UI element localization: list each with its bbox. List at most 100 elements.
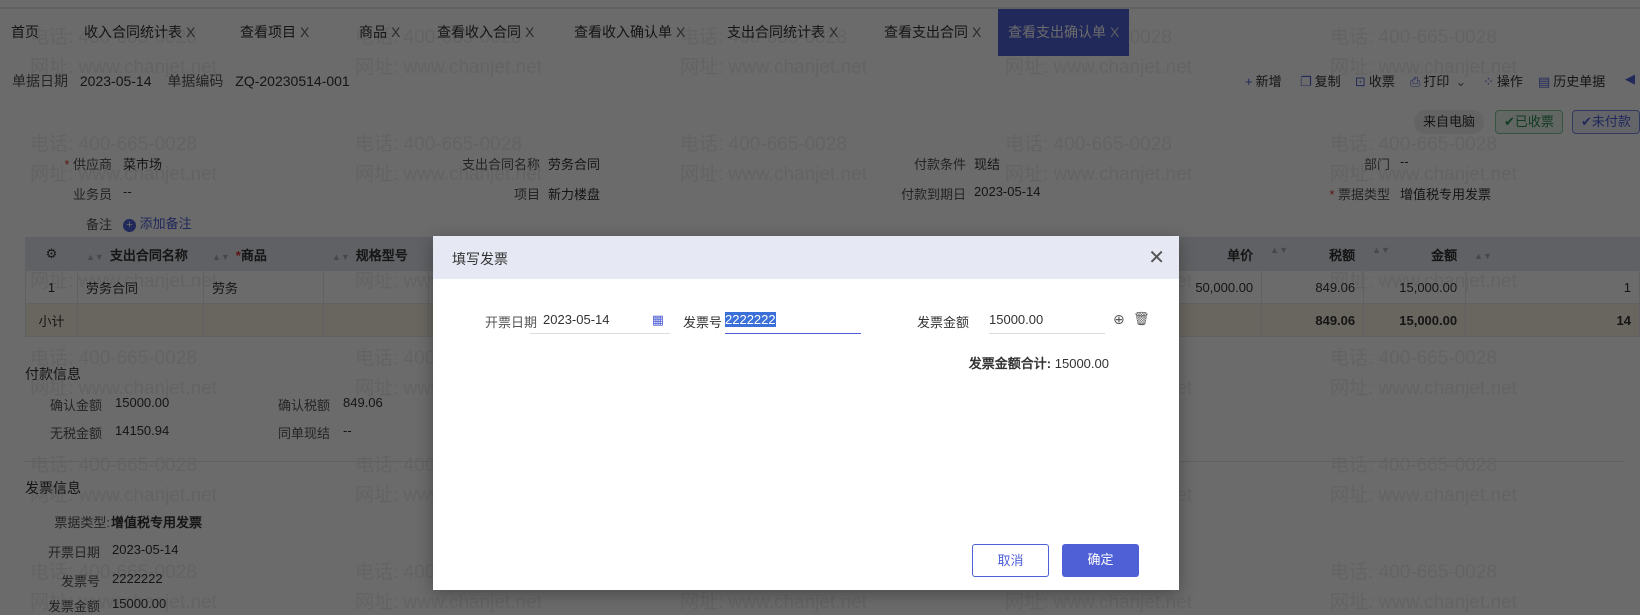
check-circle-icon: ✔ [1504, 114, 1515, 129]
watermark-text: 电话: 400-665-0028 [30, 134, 197, 155]
cash-label: 同单现结 [277, 426, 330, 441]
gear-icon[interactable]: ⚙ [46, 246, 58, 261]
label: 打印 [1423, 74, 1450, 89]
subtotal-amount: 15,000.00 [1363, 303, 1467, 337]
tab-view-income-confirm[interactable]: 查看收入确认单 X [574, 9, 685, 56]
cell-spec[interactable] [322, 270, 429, 304]
dialog-header: 填写发票 ✕ [433, 236, 1179, 279]
receive-invoice-button[interactable]: ⊡ 收票 [1355, 71, 1395, 90]
cancel-button[interactable]: 取消 [972, 544, 1049, 577]
invoice-no-input[interactable]: 2222222 [725, 308, 861, 334]
calendar-icon[interactable]: ▦ [652, 308, 664, 332]
watermark-text: 网址: www.chanjet.net [1005, 57, 1192, 78]
tab-view-expense-confirm[interactable]: 查看支出确认单 X [998, 9, 1130, 56]
doc-header: 单据日期 2023-05-14 单据编码 ZQ-20230514-001 [12, 71, 350, 91]
invoice-type-label: * 票据类型 [1329, 187, 1390, 202]
tab-income-contract-stats[interactable]: 收入合同统计表 X [84, 9, 195, 56]
col-contract[interactable]: ▲▼ 支出合同名称 [76, 237, 204, 271]
cell-amount[interactable]: 15,000.00 [1363, 270, 1467, 304]
close-icon[interactable]: X [186, 24, 195, 40]
sort-icon: ▲▼ [211, 251, 230, 262]
history-button[interactable]: ▤ 历史单据 [1538, 71, 1605, 90]
dept-value: -- [1400, 154, 1409, 169]
close-icon[interactable]: X [676, 24, 685, 40]
watermark-text: 网址: www.chanjet.net [680, 57, 867, 78]
close-icon[interactable]: ✕ [1148, 245, 1165, 270]
watermark-text: 网址: www.chanjet.net [1330, 592, 1517, 613]
unpaid-badge: ✔未付款 [1572, 110, 1640, 134]
invoice-amount-label: 发票金额 [47, 599, 100, 614]
column-settings[interactable]: ⚙ [25, 237, 78, 271]
watermark-text: 网址: www.chanjet.net [1330, 378, 1517, 399]
confirm-tax: 849.06 [343, 395, 383, 410]
close-icon[interactable]: X [972, 24, 981, 40]
tab-label: 查看收入合同 [437, 24, 521, 40]
invoice-type-value: 增值税专用发票 [1400, 187, 1492, 202]
label: 历史单据 [1553, 74, 1606, 89]
col-goods[interactable]: ▲▼ *商品 [202, 237, 324, 271]
close-icon[interactable]: X [829, 24, 838, 40]
col-spec[interactable]: ▲▼ 规格型号 [322, 237, 429, 271]
watermark-text: 电话: 400-665-0028 [1330, 562, 1497, 583]
due-label: 付款到期日 [900, 187, 966, 202]
tab-label: 首页 [11, 24, 39, 40]
document-icon: ▤ [1538, 74, 1551, 89]
operate-button[interactable]: ⁘ 操作 [1483, 71, 1523, 90]
cell-contract[interactable]: 劳务合同 [76, 270, 204, 304]
invoice-date-input[interactable]: 2023-05-14 ▦ [530, 308, 670, 334]
doc-date-label: 单据日期 [12, 73, 68, 89]
tab-home[interactable]: 首页 [11, 9, 39, 56]
net-amount-label: 无税金额 [49, 426, 102, 441]
trash-icon[interactable]: 🗑 [1133, 311, 1150, 327]
cell-more[interactable]: 1 [1465, 270, 1640, 304]
tab-view-income-contract[interactable]: 查看收入合同 X [437, 9, 534, 56]
close-icon[interactable]: X [525, 24, 534, 40]
confirm-amount-label: 确认金额 [49, 398, 102, 413]
contract-value: 劳务合同 [548, 157, 601, 172]
tab-label: 商品 [359, 24, 387, 40]
add-row-icon[interactable]: ⊕ [1113, 311, 1125, 328]
add-note-link[interactable]: + 添加备注 [123, 213, 192, 232]
close-icon[interactable]: X [300, 24, 309, 40]
invoice-date-label: 开票日期 [47, 545, 100, 560]
invoice-type-label-2: 票据类型: [54, 515, 110, 530]
cell-tax[interactable]: 849.06 [1261, 270, 1365, 304]
label: 添加备注 [139, 216, 192, 231]
copy-icon: ❐ [1300, 74, 1312, 89]
tab-label: 查看支出合同 [884, 24, 968, 40]
invoice-amount-input[interactable]: 15000.00 [989, 308, 1105, 334]
copy-button[interactable]: ❐ 复制 [1300, 71, 1341, 90]
confirm-tax-label: 确认税额 [277, 398, 330, 413]
confirm-button[interactable]: 确定 [1062, 544, 1139, 577]
tab-view-project[interactable]: 查看项目 X [240, 9, 309, 56]
cell-goods[interactable]: 劳务 [202, 270, 324, 304]
modal-amount-label: 发票金额 [917, 315, 970, 330]
tab-expense-contract-stats[interactable]: 支出合同统计表 X [727, 9, 838, 56]
chevron-down-icon[interactable]: ⌄ [1455, 74, 1466, 89]
close-icon[interactable]: X [1110, 24, 1119, 40]
col-amount[interactable]: ▲▼ 金额 [1363, 237, 1467, 271]
confirm-amount: 15000.00 [115, 395, 170, 410]
printer-icon: ⎙ [1410, 74, 1421, 89]
tab-label: 收入合同统计表 [84, 24, 182, 40]
staff-value: -- [123, 184, 132, 199]
tab-label: 查看项目 [240, 24, 296, 40]
col-tax[interactable]: ▲▼ 税额 [1261, 237, 1365, 271]
doc-code-label: 单据编码 [167, 73, 224, 89]
sort-icon: ▲▼ [331, 251, 350, 262]
doc-date: 2023-05-14 [79, 73, 152, 89]
row-index: 1 [25, 270, 78, 304]
fill-invoice-dialog: 填写发票 ✕ 开票日期 2023-05-14 ▦ 发票号 2222222 发票金额… [433, 236, 1179, 590]
check-circle-icon: ✔ [1581, 114, 1592, 129]
new-button[interactable]: + 新增 [1245, 71, 1282, 90]
close-icon[interactable]: X [391, 24, 400, 40]
collapse-arrow-icon[interactable]: ◀ [1625, 71, 1635, 87]
watermark-text: 网址: www.chanjet.net [1005, 592, 1192, 613]
watermark-text: 网址: www.chanjet.net [355, 592, 542, 613]
tab-view-expense-contract[interactable]: 查看支出合同 X [884, 9, 981, 56]
net-amount: 14150.94 [115, 423, 170, 438]
watermark-text: 网址: www.chanjet.net [1330, 485, 1517, 506]
tab-goods[interactable]: 商品 X [359, 9, 400, 56]
col-more[interactable]: ▲▼ [1465, 237, 1640, 271]
print-button[interactable]: ⎙ 打印 ⌄ [1410, 71, 1466, 90]
